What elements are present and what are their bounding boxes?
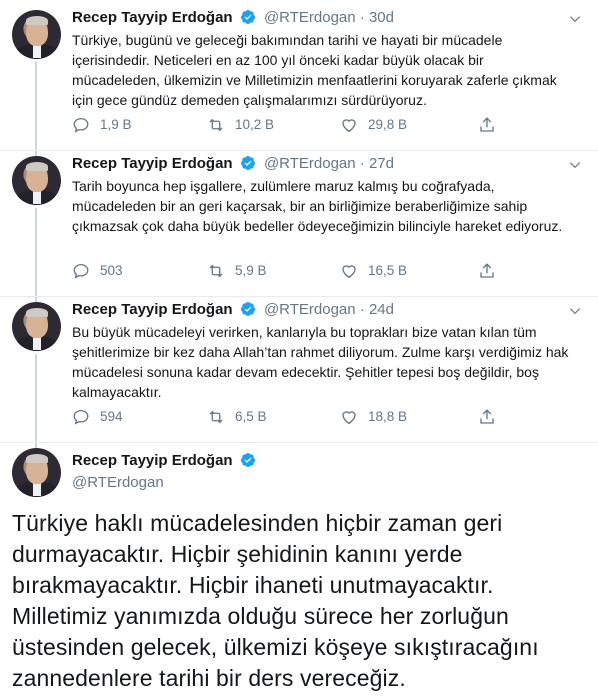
- tweet-header: Recep Tayyip Erdoğan @RTErdogan · 30d: [72, 9, 394, 26]
- share-icon: [480, 409, 494, 424]
- thread-line: [35, 354, 37, 442]
- like-count: 29,8 B: [368, 117, 408, 132]
- retweet-icon: [209, 264, 223, 278]
- reply-button[interactable]: 503: [72, 262, 123, 280]
- reply-icon: [73, 263, 89, 279]
- divider: [0, 442, 598, 443]
- like-icon: [342, 411, 356, 425]
- retweet-button[interactable]: 10,2 B: [207, 116, 274, 134]
- divider: [0, 296, 598, 297]
- reply-count: 503: [100, 263, 123, 278]
- tweet-1[interactable]: Recep Tayyip Erdoğan @RTErdogan · 30d Tü…: [0, 0, 598, 150]
- like-icon: [342, 265, 356, 279]
- tweet-3[interactable]: Recep Tayyip Erdoğan @RTErdogan · 24d Bu…: [0, 296, 598, 442]
- reply-icon: [73, 409, 89, 425]
- reply-button[interactable]: 594: [72, 408, 123, 426]
- share-button[interactable]: [478, 262, 506, 280]
- main-tweet-text: Türkiye haklı mücadelesinden hiçbir zama…: [12, 510, 539, 691]
- like-count: 16,5 B: [368, 263, 408, 278]
- reply-icon: [73, 117, 89, 133]
- tweet-text: Tarih boyunca hep işgallere, zulümlere m…: [72, 178, 563, 234]
- chevron-down-icon[interactable]: [568, 158, 582, 172]
- reply-count: 1,9 B: [100, 117, 132, 132]
- like-button[interactable]: 16,5 B: [340, 262, 407, 280]
- retweet-icon: [209, 118, 223, 132]
- author-handle[interactable]: @RTErdogan: [72, 474, 164, 491]
- verified-badge-icon: [240, 10, 255, 24]
- tweet-2[interactable]: Recep Tayyip Erdoğan @RTErdogan · 27d Ta…: [0, 150, 598, 296]
- tweet-actions: 1,9 B 10,2 B 29,8 B: [72, 116, 512, 136]
- chevron-down-icon[interactable]: [568, 304, 582, 318]
- verified-badge-icon: [240, 302, 255, 316]
- retweet-button[interactable]: 5,9 B: [207, 262, 267, 280]
- share-icon: [480, 263, 494, 278]
- author-header: Recep Tayyip Erdoğan: [72, 452, 256, 469]
- author-name[interactable]: Recep Tayyip Erdoğan: [72, 9, 233, 26]
- share-button[interactable]: [478, 408, 506, 426]
- chevron-down-icon[interactable]: [568, 12, 582, 26]
- tweet-time[interactable]: 30d: [369, 9, 394, 26]
- avatar[interactable]: [12, 10, 61, 59]
- tweet-time[interactable]: 27d: [369, 155, 394, 172]
- tweet-text: Türkiye, bugünü ve geleceği bakımından t…: [72, 32, 557, 108]
- author-name[interactable]: Recep Tayyip Erdoğan: [72, 452, 233, 469]
- retweet-count: 5,9 B: [235, 263, 267, 278]
- thread-line: [35, 62, 37, 150]
- avatar[interactable]: [12, 448, 61, 497]
- retweet-button[interactable]: 6,5 B: [207, 408, 267, 426]
- like-count: 18,8 B: [368, 409, 408, 424]
- author-handle[interactable]: @RTErdogan: [264, 155, 356, 172]
- verified-badge-icon: [240, 453, 255, 467]
- tweet-actions: 594 6,5 B 18,8 B: [72, 408, 512, 428]
- tweet-text: Bu büyük mücadeleyi verirken, kanlarıyla…: [72, 324, 569, 400]
- main-tweet[interactable]: Recep Tayyip Erdoğan @RTErdogan Türkiye …: [0, 442, 598, 696]
- avatar[interactable]: [12, 302, 61, 351]
- share-button[interactable]: [478, 116, 506, 134]
- tweet-time[interactable]: 24d: [369, 301, 394, 318]
- separator-dot: ·: [359, 301, 365, 318]
- like-button[interactable]: 29,8 B: [340, 116, 407, 134]
- like-icon: [342, 119, 356, 133]
- tweet-actions: 503 5,9 B 16,5 B: [72, 262, 512, 282]
- reply-button[interactable]: 1,9 B: [72, 116, 132, 134]
- retweet-count: 6,5 B: [235, 409, 267, 424]
- share-icon: [480, 117, 494, 132]
- avatar[interactable]: [12, 156, 61, 205]
- separator-dot: ·: [359, 155, 365, 172]
- author-name[interactable]: Recep Tayyip Erdoğan: [72, 301, 233, 318]
- tweet-header: Recep Tayyip Erdoğan @RTErdogan · 27d: [72, 155, 394, 172]
- verified-badge-icon: [240, 156, 255, 170]
- divider: [0, 150, 598, 151]
- retweet-icon: [209, 410, 223, 424]
- reply-count: 594: [100, 409, 123, 424]
- author-handle[interactable]: @RTErdogan: [264, 9, 356, 26]
- thread-line: [35, 208, 37, 296]
- separator-dot: ·: [359, 9, 365, 26]
- like-button[interactable]: 18,8 B: [340, 408, 407, 426]
- author-handle[interactable]: @RTErdogan: [264, 301, 356, 318]
- author-name[interactable]: Recep Tayyip Erdoğan: [72, 155, 233, 172]
- retweet-count: 10,2 B: [235, 117, 275, 132]
- tweet-header: Recep Tayyip Erdoğan @RTErdogan · 24d: [72, 301, 394, 318]
